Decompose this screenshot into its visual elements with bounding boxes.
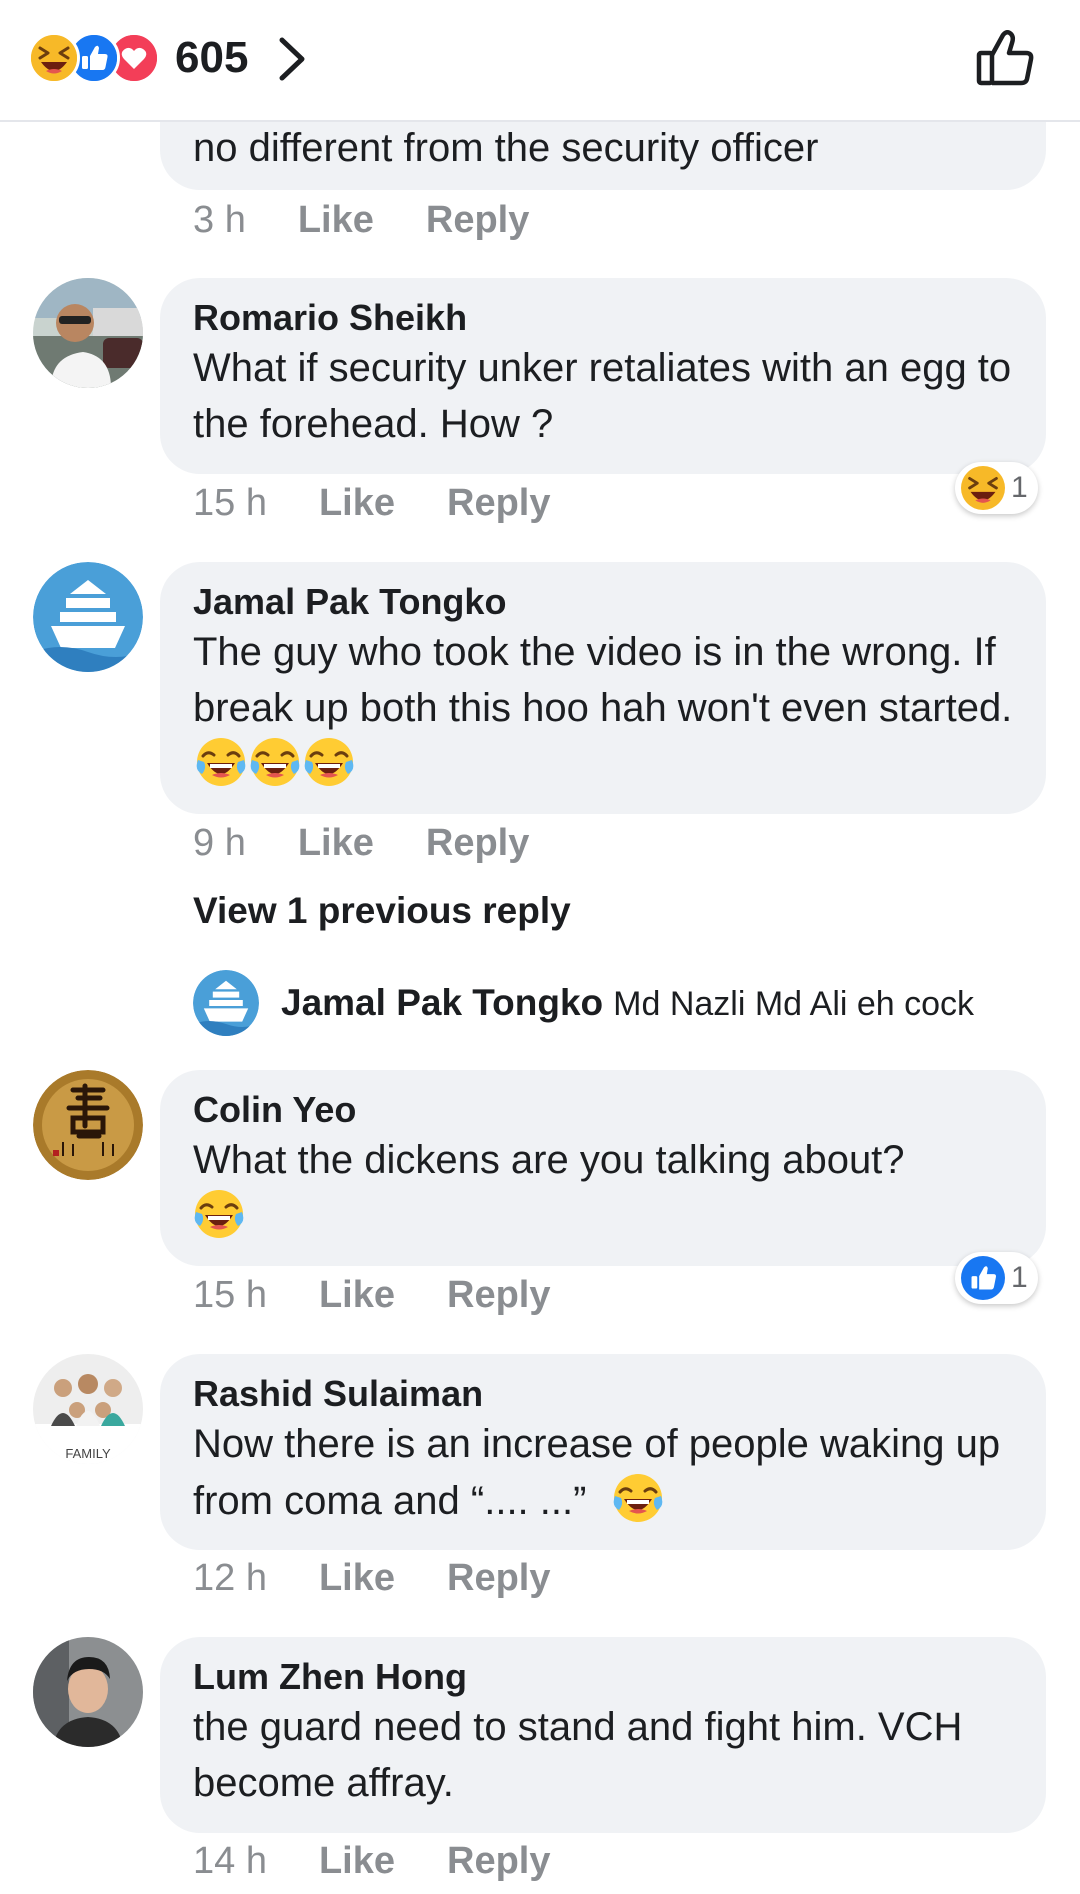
reaction-count: 1: [1011, 471, 1028, 504]
tears-of-joy-icon: [195, 736, 247, 788]
avatar[interactable]: [33, 278, 143, 388]
comment-author[interactable]: Romario Sheikh: [193, 296, 1013, 340]
comment-actions: 15 h Like Reply: [193, 1272, 603, 1318]
thumbs-up-icon[interactable]: [974, 26, 1038, 90]
reply-link[interactable]: Reply: [426, 199, 529, 241]
reply-author[interactable]: Jamal Pak Tongko: [281, 982, 603, 1023]
reply-text: Md Nazli Md Ali eh cock: [613, 985, 975, 1023]
comment-timestamp: 9 h: [193, 822, 246, 864]
reaction-count: 1: [1011, 1261, 1028, 1294]
comment-text-body: Now there is an increase of people wakin…: [193, 1422, 1001, 1523]
tears-of-joy-icon: [612, 1472, 664, 1524]
comment-author[interactable]: Colin Yeo: [193, 1088, 1013, 1132]
comment-bubble[interactable]: Lum Zhen Hong the guard need to stand an…: [160, 1637, 1046, 1833]
comment-reaction-badge[interactable]: 1: [955, 462, 1038, 514]
comment-timestamp: 3 h: [193, 199, 246, 241]
avatar[interactable]: [33, 1637, 143, 1747]
comment-actions: 14 h Like Reply: [193, 1838, 603, 1884]
tears-of-joy-icon: [303, 736, 355, 788]
comment-author[interactable]: Jamal Pak Tongko: [193, 580, 1013, 624]
chevron-right-icon[interactable]: [276, 34, 310, 84]
reply-link[interactable]: Reply: [447, 1274, 550, 1316]
comment-text: the guard need to stand and fight him. V…: [193, 1705, 963, 1805]
reaction-count[interactable]: 605: [175, 30, 248, 86]
reply-link[interactable]: Reply: [426, 822, 529, 864]
comment-actions: 3 h Like Reply: [193, 197, 581, 243]
comment-author[interactable]: Lum Zhen Hong: [193, 1655, 1013, 1699]
comment-actions: 12 h Like Reply: [193, 1555, 603, 1601]
comment-text: Now there is an increase of people wakin…: [193, 1416, 1013, 1529]
avatar[interactable]: [33, 562, 143, 672]
comment-author[interactable]: Rashid Sulaiman: [193, 1372, 1013, 1416]
comment-bubble[interactable]: Romario Sheikh What if security unker re…: [160, 278, 1046, 474]
comment-bubble[interactable]: Rashid Sulaiman Now there is an increase…: [160, 1354, 1046, 1550]
comment-text: What if security unker retaliates with a…: [193, 346, 1012, 446]
reactions-header: 605: [0, 0, 1080, 122]
like-link[interactable]: Like: [319, 1557, 395, 1599]
view-previous-replies-link[interactable]: View 1 previous reply: [193, 888, 571, 934]
tears-of-joy-icon: [193, 1188, 245, 1240]
avatar-caption: FAMILY: [65, 1446, 111, 1461]
comment-reaction-badge[interactable]: 1: [955, 1252, 1038, 1304]
reply-link[interactable]: Reply: [447, 1557, 550, 1599]
like-icon: [961, 1256, 1005, 1300]
like-link[interactable]: Like: [319, 1840, 395, 1882]
comment-text: What the dickens are you talking about?: [193, 1132, 1013, 1245]
haha-icon: [28, 32, 80, 84]
reply-line: Jamal Pak Tongko Md Nazli Md Ali eh cock: [281, 981, 974, 1026]
comment-text: The guy who took the video is in the wro…: [193, 624, 1013, 793]
haha-icon: [961, 466, 1005, 510]
like-link[interactable]: Like: [319, 482, 395, 524]
reaction-summary[interactable]: [28, 32, 168, 84]
comment-timestamp: 15 h: [193, 482, 267, 524]
reply-link[interactable]: Reply: [447, 482, 550, 524]
like-link[interactable]: Like: [298, 199, 374, 241]
comment-timestamp: 15 h: [193, 1274, 267, 1316]
comment-timestamp: 14 h: [193, 1840, 267, 1882]
comment-bubble[interactable]: Jamal Pak Tongko The guy who took the vi…: [160, 562, 1046, 814]
comment-bubble[interactable]: Colin Yeo What the dickens are you talki…: [160, 1070, 1046, 1266]
reply-link[interactable]: Reply: [447, 1840, 550, 1882]
reply-preview[interactable]: Jamal Pak Tongko Md Nazli Md Ali eh cock: [193, 970, 1053, 1040]
comment-text-body: What the dickens are you talking about?: [193, 1138, 905, 1182]
avatar[interactable]: [33, 1070, 143, 1180]
comment-text-body: The guy who took the video is in the wro…: [193, 630, 1013, 730]
tears-of-joy-icon: [249, 736, 301, 788]
comment-actions: 9 h Like Reply: [193, 820, 581, 866]
comment-actions: 15 h Like Reply: [193, 480, 603, 526]
reply-avatar: [193, 970, 259, 1036]
comment-timestamp: 12 h: [193, 1557, 267, 1599]
comment-text: no different from the security officer: [193, 126, 819, 170]
avatar[interactable]: FAMILY: [33, 1354, 143, 1464]
like-link[interactable]: Like: [298, 822, 374, 864]
like-link[interactable]: Like: [319, 1274, 395, 1316]
